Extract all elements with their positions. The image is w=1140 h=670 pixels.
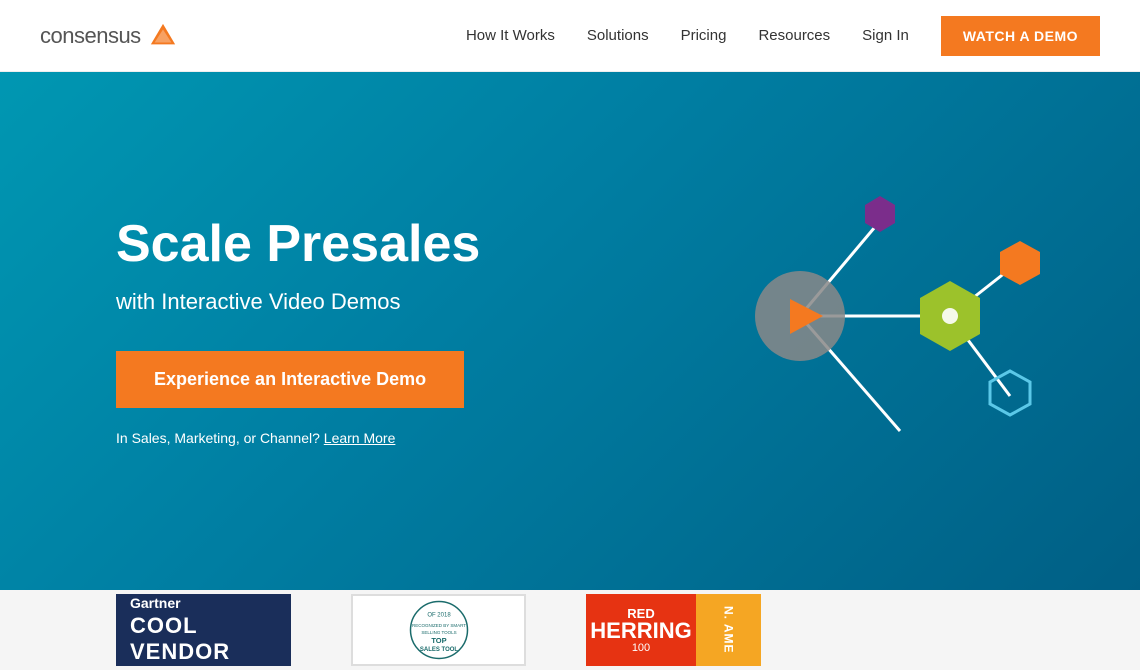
navbar: consensus How It Works Solutions Pricing…	[0, 0, 1140, 72]
nav-links: How It Works Solutions Pricing Resources…	[466, 27, 909, 44]
molecule-svg	[640, 141, 1080, 521]
logo-icon	[149, 22, 177, 50]
molecule-graphic	[640, 141, 1080, 521]
awards-bar: Gartner COOL VENDOR OF 2018 RECOGNIZED B…	[0, 590, 1140, 670]
red-herring-sub: 100	[632, 642, 650, 654]
red-herring-bottom: HERRING	[590, 620, 691, 642]
nav-sign-in[interactable]: Sign In	[862, 27, 909, 44]
hero-section: Scale Presales with Interactive Video De…	[0, 72, 1140, 590]
learn-more-text: In Sales, Marketing, or Channel? Learn M…	[116, 430, 480, 446]
hero-title: Scale Presales	[116, 216, 480, 273]
gartner-award: Gartner COOL VENDOR	[116, 594, 291, 666]
nav-pricing[interactable]: Pricing	[681, 27, 727, 44]
watch-demo-button[interactable]: WATCH A DEMO	[941, 16, 1100, 56]
learn-more-link[interactable]: Learn More	[324, 430, 396, 446]
gartner-brand: Gartner	[130, 595, 277, 611]
experience-demo-button[interactable]: Experience an Interactive Demo	[116, 351, 464, 408]
gartner-badge: Gartner COOL VENDOR	[116, 594, 291, 666]
red-herring-award: RED HERRING 100 N. AME	[586, 594, 761, 666]
hero-content: Scale Presales with Interactive Video De…	[0, 216, 480, 446]
svg-text:RECOGNIZED BY SMART: RECOGNIZED BY SMART	[411, 623, 465, 628]
sales-tool-circle: OF 2018 RECOGNIZED BY SMART SELLING TOOL…	[409, 600, 469, 660]
hero-subtitle: with Interactive Video Demos	[116, 289, 480, 315]
svg-text:SALES TOOL: SALES TOOL	[419, 647, 458, 653]
sales-tool-award: OF 2018 RECOGNIZED BY SMART SELLING TOOL…	[351, 594, 526, 666]
red-herring-right: N. AME	[696, 594, 761, 666]
logo[interactable]: consensus	[40, 22, 177, 50]
sales-tool-badge: OF 2018 RECOGNIZED BY SMART SELLING TOOL…	[351, 594, 526, 666]
gartner-label: COOL VENDOR	[130, 613, 277, 665]
svg-text:OF 2018: OF 2018	[427, 613, 451, 619]
red-herring-badge: RED HERRING 100 N. AME	[586, 594, 761, 666]
nav-solutions[interactable]: Solutions	[587, 27, 649, 44]
nav-resources[interactable]: Resources	[758, 27, 830, 44]
logo-text: consensus	[40, 23, 141, 49]
svg-text:SELLING TOOLS: SELLING TOOLS	[421, 630, 456, 635]
nav-how-it-works[interactable]: How It Works	[466, 27, 555, 44]
red-herring-left: RED HERRING 100	[586, 594, 696, 666]
svg-text:TOP: TOP	[431, 636, 446, 645]
